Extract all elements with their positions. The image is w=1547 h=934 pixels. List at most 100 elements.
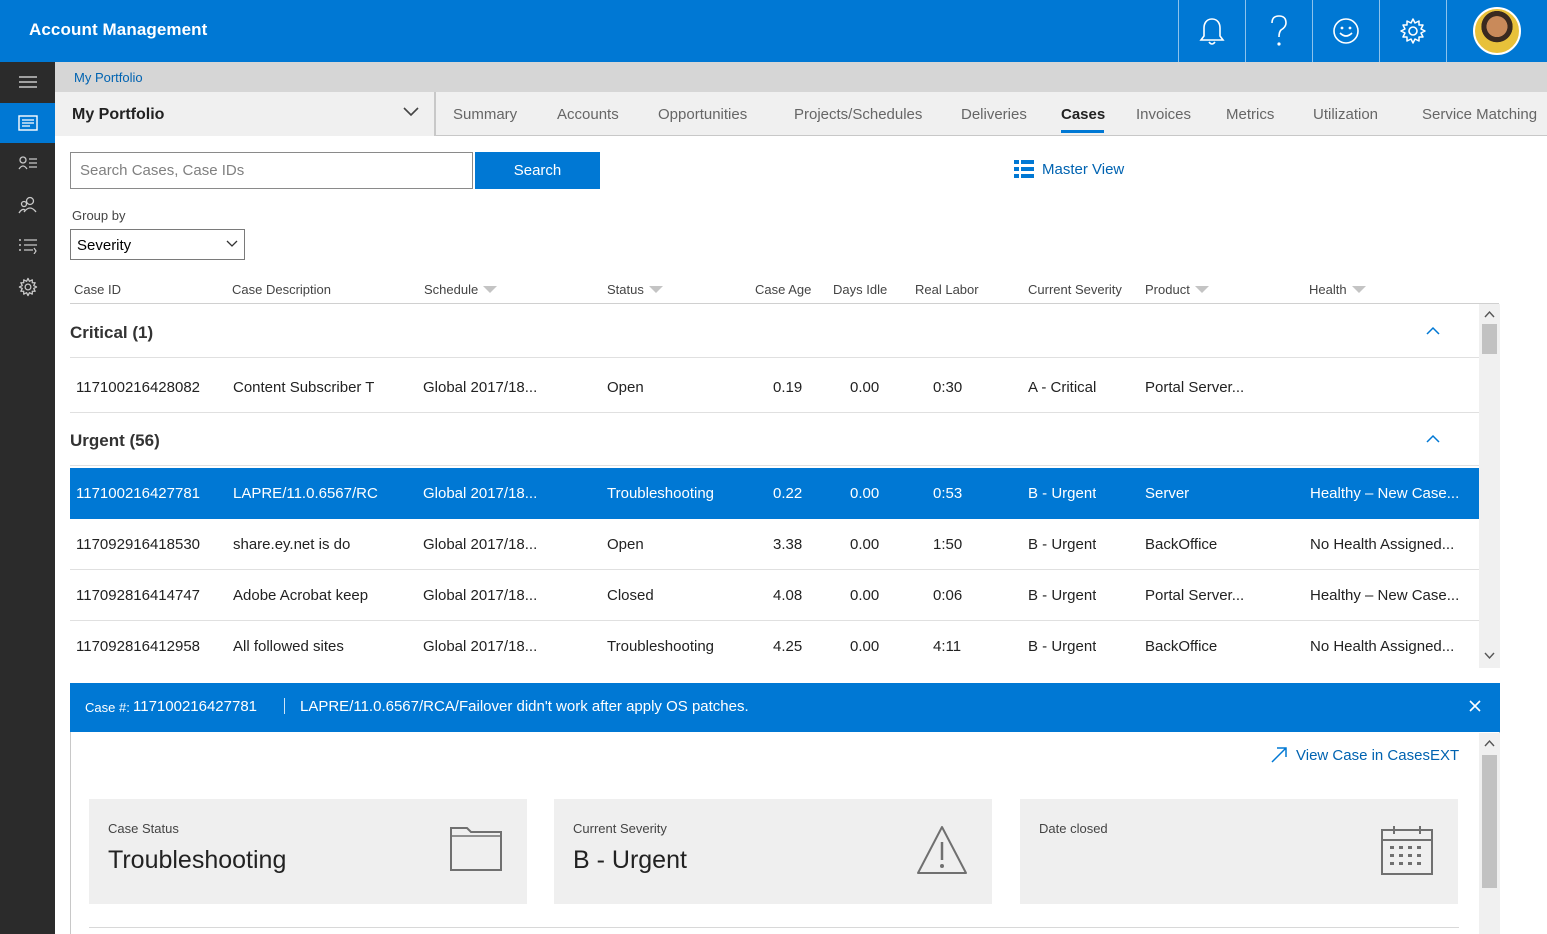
column-header-real-labor[interactable]: Real Labor (915, 282, 979, 297)
table-scroll-thumb[interactable] (1482, 324, 1497, 354)
current-severity-card: Current Severity B - Urgent (554, 799, 992, 904)
table-row[interactable]: 117092816414747 Adobe Acrobat keep Globa… (70, 570, 1479, 621)
detail-scroll-thumb[interactable] (1482, 755, 1497, 888)
group-title: Critical (1) (70, 323, 154, 342)
chevron-up-icon[interactable] (1425, 434, 1441, 444)
card-value: Troubleshooting (108, 846, 287, 874)
search-button[interactable]: Search (475, 152, 600, 189)
filter-dropdown-icon[interactable] (648, 286, 663, 293)
chevron-up-icon[interactable] (1425, 326, 1441, 336)
date-closed-card: Date closed (1020, 799, 1458, 904)
column-header-schedule[interactable]: Schedule (424, 282, 498, 297)
tab-metrics[interactable]: Metrics (1226, 106, 1274, 123)
column-header-label: Product (1145, 282, 1190, 297)
column-header-label: Case Age (755, 282, 812, 297)
left-nav (0, 62, 55, 934)
master-view-link[interactable]: Master View (1014, 160, 1124, 178)
cell-real-labor: 4:11 (933, 638, 962, 655)
warning-icon (917, 826, 967, 874)
nav-item-settings[interactable] (0, 267, 55, 307)
cell-status: Troubleshooting (607, 638, 715, 655)
active-tab-indicator (1061, 130, 1104, 133)
cell-days-idle: 0.00 (850, 485, 880, 502)
search-input[interactable] (70, 152, 473, 189)
cell-status: Closed (607, 587, 654, 604)
column-header-status[interactable]: Status (607, 282, 663, 297)
filter-dropdown-icon[interactable] (1351, 286, 1366, 293)
close-icon[interactable] (1468, 699, 1482, 713)
filter-dropdown-icon[interactable] (483, 286, 498, 293)
cell-case-id: 117100216428082 (76, 379, 201, 396)
table-row[interactable]: 117092816412958 All followed sites Globa… (70, 621, 1479, 672)
calendar-icon (1381, 826, 1433, 875)
column-header-case-age[interactable]: Case Age (755, 282, 811, 297)
tab-deliveries[interactable]: Deliveries (961, 106, 1027, 123)
tab-cases[interactable]: Cases (1061, 106, 1105, 123)
table-row-selected[interactable]: 117100216427781 LAPRE/11.0.6567/RC Globa… (70, 468, 1479, 519)
notifications-button[interactable] (1178, 0, 1245, 62)
table-row[interactable]: 117100216428082 Content Subscriber T Glo… (70, 362, 1479, 413)
group-by-select[interactable]: Severity (70, 229, 245, 260)
tab-projects-schedules[interactable]: Projects/Schedules (794, 106, 922, 123)
nav-menu-toggle[interactable] (0, 62, 55, 102)
view-case-external-link[interactable]: View Case in CasesEXT (1270, 746, 1459, 764)
table-scrollbar[interactable] (1479, 304, 1500, 668)
cell-health: Healthy – New Case... (1310, 485, 1460, 502)
case-title: LAPRE/11.0.6567/RCA/Failover didn't work… (300, 698, 749, 715)
header-separator (284, 698, 285, 714)
cell-schedule: Global 2017/18... (423, 485, 538, 502)
group-header-urgent[interactable]: Urgent (56) (70, 414, 1479, 466)
master-view-label: Master View (1042, 160, 1125, 178)
column-header-product[interactable]: Product (1145, 282, 1209, 297)
cell-schedule: Global 2017/18... (423, 638, 538, 655)
column-header-label: Real Labor (915, 282, 979, 297)
column-header-current-severity[interactable]: Current Severity (1028, 282, 1122, 297)
breadcrumb[interactable]: My Portfolio (74, 70, 143, 85)
scroll-down-icon[interactable] (1484, 652, 1495, 660)
tab-utilization[interactable]: Utilization (1313, 106, 1378, 123)
cell-product: BackOffice (1145, 638, 1218, 655)
top-bar: Account Management (0, 0, 1547, 62)
settings-gear-icon (18, 277, 37, 297)
column-header-case-id[interactable]: Case ID (74, 282, 121, 297)
table-row[interactable]: 117092916418530 share.ey.net is do Globa… (70, 519, 1479, 570)
cell-days-idle: 0.00 (850, 379, 880, 396)
feedback-button[interactable] (1312, 0, 1379, 62)
column-header-label: Case ID (74, 282, 121, 297)
cell-severity: A - Critical (1028, 379, 1097, 396)
scroll-up-icon[interactable] (1484, 310, 1495, 318)
tab-invoices[interactable]: Invoices (1136, 106, 1191, 123)
tab-service-matching[interactable]: Service Matching (1422, 106, 1537, 123)
column-header-days-idle[interactable]: Days Idle (833, 282, 887, 297)
avatar (1473, 7, 1521, 55)
cell-health: No Health Assigned... (1310, 638, 1455, 655)
group-header-critical[interactable]: Critical (1) (70, 306, 1479, 358)
cell-days-idle: 0.00 (850, 587, 880, 604)
cell-status: Troubleshooting (607, 485, 715, 502)
nav-item-portfolio[interactable] (0, 103, 55, 143)
cell-case-age: 0.22 (773, 485, 803, 502)
view-case-label: View Case in CasesEXT (1296, 746, 1460, 764)
nav-item-contacts[interactable] (0, 143, 55, 183)
smiley-icon (1333, 18, 1359, 44)
card-label: Case Status (108, 821, 179, 836)
cell-schedule: Global 2017/18... (423, 379, 538, 396)
tab-summary[interactable]: Summary (453, 106, 517, 123)
nav-item-tasks[interactable] (0, 226, 55, 266)
portfolio-selector[interactable]: My Portfolio (55, 92, 436, 136)
help-button[interactable] (1245, 0, 1312, 62)
settings-button[interactable] (1379, 0, 1446, 62)
filter-dropdown-icon[interactable] (1194, 286, 1209, 293)
cell-health: Healthy – New Case... (1310, 587, 1460, 604)
column-header-health[interactable]: Health (1309, 282, 1366, 297)
cell-description: Content Subscriber T (233, 379, 375, 396)
tab-accounts[interactable]: Accounts (557, 106, 619, 123)
cell-days-idle: 0.00 (850, 536, 880, 553)
contacts-list-icon (17, 156, 37, 170)
tab-row: My Portfolio Summary Accounts Opportunit… (55, 92, 1547, 136)
column-header-case-description[interactable]: Case Description (232, 282, 331, 297)
tab-opportunities[interactable]: Opportunities (658, 106, 747, 123)
scroll-up-icon[interactable] (1484, 739, 1495, 747)
user-profile-button[interactable] (1446, 0, 1547, 62)
nav-item-people[interactable] (0, 185, 55, 225)
